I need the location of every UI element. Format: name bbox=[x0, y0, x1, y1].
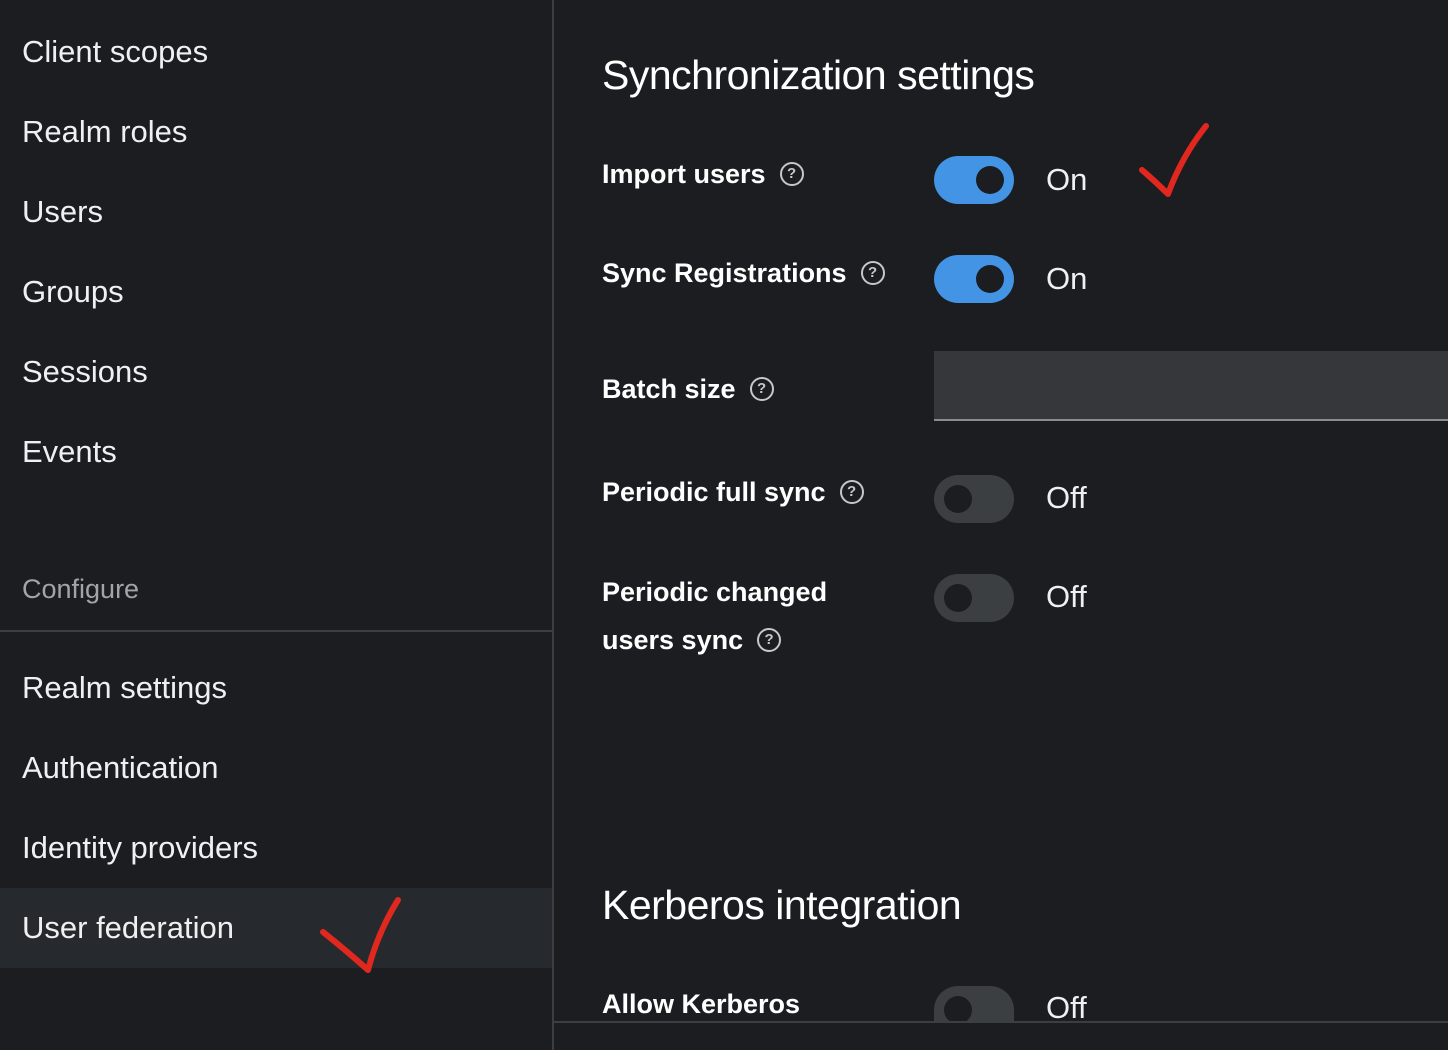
app-window: Client scopes Realm roles Users Groups S… bbox=[0, 0, 1448, 1050]
help-circle-icon[interactable]: ? bbox=[749, 376, 774, 401]
sidebar-item-identity-providers[interactable]: Identity providers bbox=[0, 808, 552, 888]
import-users-label-text: Import users bbox=[602, 159, 766, 189]
sidebar-item-client-scopes[interactable]: Client scopes bbox=[0, 12, 552, 92]
sidebar-item-realm-roles[interactable]: Realm roles bbox=[0, 92, 552, 172]
periodic-changed-sync-label-line2: users sync bbox=[602, 625, 744, 655]
help-circle-icon[interactable]: ? bbox=[779, 161, 804, 186]
periodic-full-sync-label: Periodic full sync? bbox=[602, 468, 864, 516]
periodic-full-sync-label-text: Periodic full sync bbox=[602, 477, 826, 507]
sync-registrations-label: Sync Registrations? bbox=[602, 249, 885, 297]
import-users-state: On bbox=[1046, 162, 1088, 197]
help-circle-icon[interactable]: ? bbox=[757, 627, 782, 652]
sidebar-item-events[interactable]: Events bbox=[0, 412, 552, 492]
kerberos-title: Kerberos integration bbox=[602, 882, 962, 928]
sidebar-nav: Client scopes Realm roles Users Groups S… bbox=[0, 0, 554, 1050]
sidebar-item-user-federation[interactable]: User federation bbox=[0, 888, 552, 968]
sidebar-item-realm-settings[interactable]: Realm settings bbox=[0, 648, 552, 728]
checkmark-annotation-icon bbox=[1139, 123, 1209, 197]
import-users-switch[interactable] bbox=[934, 156, 1014, 204]
periodic-changed-sync-switch[interactable] bbox=[934, 574, 1014, 622]
batch-size-input[interactable] bbox=[934, 351, 1448, 421]
periodic-changed-sync-state: Off bbox=[1046, 579, 1087, 614]
sidebar-item-users[interactable]: Users bbox=[0, 172, 552, 252]
switch-knob bbox=[944, 996, 972, 1024]
periodic-changed-sync-label: Periodic changed users sync? bbox=[602, 568, 827, 664]
allow-kerberos-switch[interactable] bbox=[934, 986, 1014, 1024]
help-circle-icon[interactable]: ? bbox=[860, 260, 885, 285]
periodic-changed-sync-label-line1: Periodic changed bbox=[602, 577, 828, 607]
switch-knob bbox=[944, 485, 972, 513]
main-content: Synchronization settings Import users? O… bbox=[554, 0, 1448, 1050]
sync-registrations-label-text: Sync Registrations bbox=[602, 258, 847, 288]
periodic-full-sync-switch[interactable] bbox=[934, 475, 1014, 523]
sidebar-divider bbox=[0, 630, 552, 632]
help-circle-icon[interactable]: ? bbox=[839, 479, 864, 504]
sync-registrations-state: On bbox=[1046, 261, 1088, 296]
sidebar-item-groups[interactable]: Groups bbox=[0, 252, 552, 332]
sidebar-section-configure: Configure bbox=[22, 574, 140, 604]
bottom-divider bbox=[554, 1021, 1448, 1023]
batch-size-label: Batch size? bbox=[602, 365, 774, 413]
sync-settings-title: Synchronization settings bbox=[602, 52, 1035, 98]
switch-knob bbox=[976, 166, 1004, 194]
sync-registrations-switch[interactable] bbox=[934, 255, 1014, 303]
periodic-full-sync-state: Off bbox=[1046, 480, 1087, 515]
sidebar-item-authentication[interactable]: Authentication bbox=[0, 728, 552, 808]
switch-knob bbox=[944, 584, 972, 612]
allow-kerberos-label-text: Allow Kerberos bbox=[602, 989, 801, 1019]
import-users-label: Import users? bbox=[602, 150, 804, 198]
batch-size-label-text: Batch size bbox=[602, 374, 736, 404]
switch-knob bbox=[976, 265, 1004, 293]
sidebar-item-sessions[interactable]: Sessions bbox=[0, 332, 552, 412]
